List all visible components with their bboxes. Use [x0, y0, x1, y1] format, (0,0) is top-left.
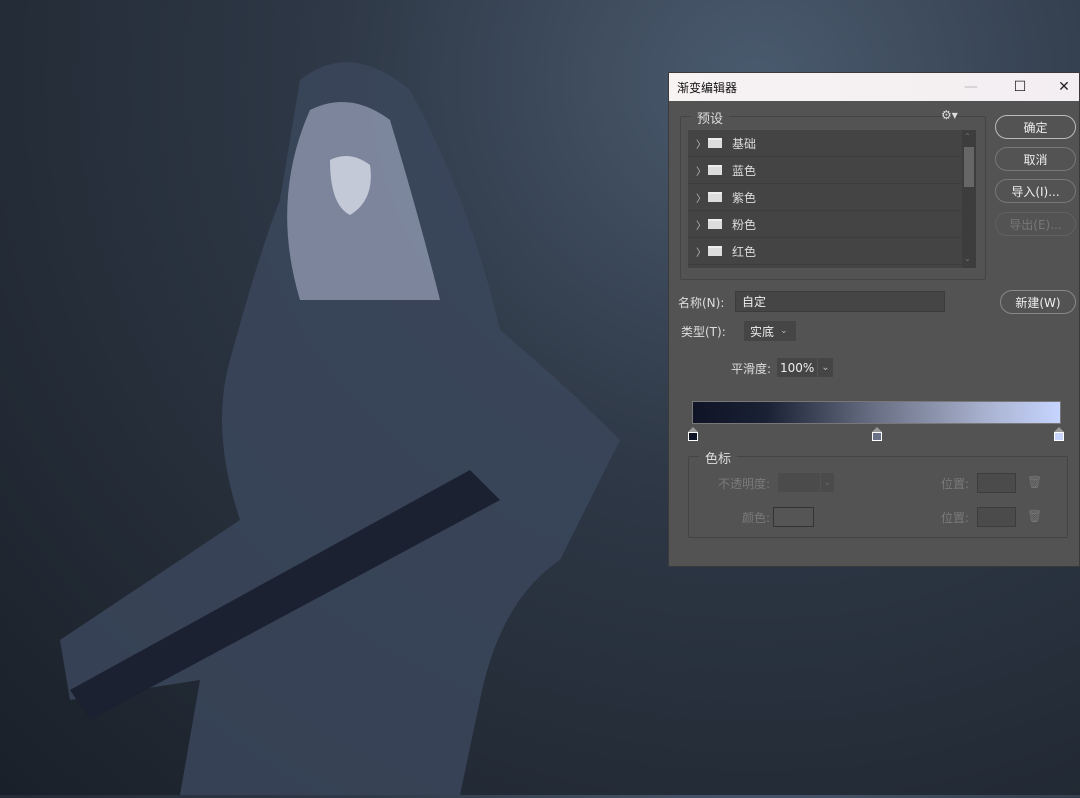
type-label: 类型(T): — [681, 325, 726, 339]
color-swatch[interactable] — [773, 507, 814, 527]
preset-folder[interactable]: 〉 红色 — [688, 238, 976, 265]
color-position-label: 位置: — [941, 511, 970, 525]
export-button[interactable]: 导出(E)... — [995, 212, 1076, 236]
maximize-icon: ☐ — [1013, 79, 1027, 95]
presets-list: 〉基础 〉蓝色 〉紫色 〉粉色 〉红色 — [688, 130, 976, 268]
import-button[interactable]: 导入(I)... — [995, 179, 1076, 203]
delete-color-stop-icon[interactable]: 🗑 — [1027, 509, 1042, 523]
ok-button[interactable]: 确定 — [995, 115, 1076, 139]
smoothness-dropdown[interactable]: ⌄ — [818, 358, 833, 377]
color-stops-label: 色标 — [699, 448, 738, 467]
chevron-down-icon: ⌄ — [823, 477, 832, 488]
delete-opacity-stop-icon[interactable]: 🗑 — [1027, 475, 1042, 489]
preset-folder[interactable]: 〉 基础 — [688, 130, 976, 157]
presets-label: 预设 — [691, 108, 730, 127]
opacity-position-label: 位置: — [941, 477, 970, 491]
minimize-icon: — — [964, 79, 978, 95]
gear-icon[interactable]: ⚙▾ — [941, 108, 958, 122]
type-value: 实底 — [750, 324, 775, 339]
opacity-input[interactable] — [778, 473, 820, 492]
dialog-title: 渐变编辑器 — [677, 80, 738, 95]
chevron-right-icon[interactable]: 〉 — [696, 136, 708, 151]
type-select[interactable]: 实底 ⌄ — [744, 321, 796, 341]
chevron-right-icon[interactable]: 〉 — [696, 217, 708, 232]
preset-label: 粉色 — [732, 217, 757, 232]
opacity-dropdown[interactable]: ⌄ — [821, 473, 834, 492]
color-position-input[interactable] — [977, 507, 1016, 527]
gradient-preview-bar[interactable] — [692, 401, 1061, 424]
folder-icon — [708, 165, 722, 175]
name-input[interactable]: 自定 — [735, 291, 945, 312]
folder-icon — [708, 138, 722, 148]
maximize-button[interactable]: ☐ — [998, 73, 1042, 101]
preset-label: 蓝色 — [732, 163, 757, 178]
cancel-button[interactable]: 取消 — [995, 147, 1076, 171]
smoothness-input[interactable]: 100% — [777, 358, 817, 377]
chevron-right-icon[interactable]: 〉 — [696, 190, 708, 205]
chevron-down-icon: ⌄ — [821, 362, 830, 373]
minimize-button[interactable]: — — [949, 73, 993, 101]
preset-label: 基础 — [732, 136, 757, 151]
folder-icon — [708, 246, 722, 256]
chevron-right-icon[interactable]: 〉 — [696, 163, 708, 178]
preset-folder[interactable]: 〉 蓝色 — [688, 157, 976, 184]
opacity-position-input[interactable] — [977, 473, 1016, 493]
color-stop-middle[interactable] — [872, 427, 882, 441]
preset-folder[interactable]: 〉 粉色 — [688, 211, 976, 238]
folder-icon — [708, 192, 722, 202]
folder-icon — [708, 219, 722, 229]
scroll-down-icon[interactable]: ⌄ — [964, 254, 971, 263]
close-button[interactable]: ✕ — [1042, 73, 1080, 101]
presets-scrollbar[interactable]: ⌃ ⌄ — [962, 130, 976, 268]
color-stop-left[interactable] — [688, 427, 698, 441]
preset-label: 紫色 — [732, 190, 757, 205]
preset-label: 红色 — [732, 244, 757, 259]
color-stop-right[interactable] — [1054, 427, 1064, 441]
preset-folder[interactable]: 〉 紫色 — [688, 184, 976, 211]
chevron-down-icon: ⌄ — [780, 326, 788, 336]
opacity-label: 不透明度: — [718, 477, 771, 491]
smoothness-label: 平滑度: — [731, 362, 772, 376]
scroll-up-icon[interactable]: ⌃ — [964, 132, 971, 141]
chevron-right-icon[interactable]: 〉 — [696, 244, 708, 259]
scrollbar-thumb[interactable] — [964, 147, 974, 187]
name-label: 名称(N): — [678, 296, 725, 310]
color-label: 颜色: — [742, 511, 771, 525]
close-icon: ✕ — [1058, 79, 1070, 95]
new-button[interactable]: 新建(W) — [1000, 290, 1076, 314]
